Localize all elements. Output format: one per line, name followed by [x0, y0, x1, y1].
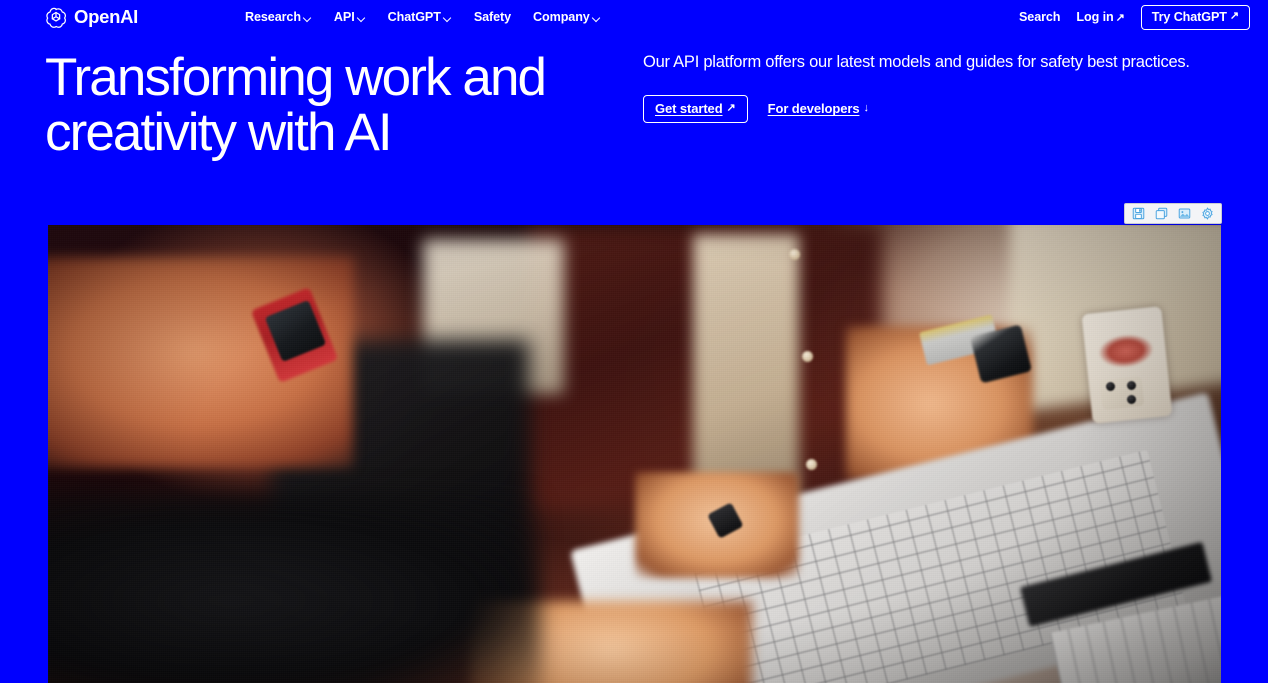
hero-image-photo [48, 225, 1221, 683]
photo-dark-foreground [48, 490, 541, 683]
arrow-down-icon: ↓ [863, 102, 869, 115]
nav-primary-links: Research API ChatGPT Safety Company [245, 10, 601, 24]
image-button[interactable] [1175, 205, 1195, 222]
image-icon [1178, 207, 1191, 220]
hero-copy-block: Our API platform offers our latest model… [643, 52, 1213, 123]
nav-item-company-label: Company [533, 10, 590, 24]
nav-item-api-label: API [333, 10, 355, 24]
chevron-down-icon [593, 14, 601, 22]
for-developers-label: For developers [767, 101, 860, 117]
photo-smartphone-camera-module [1099, 375, 1146, 411]
copy-button[interactable] [1152, 205, 1172, 222]
nav-item-chatgpt-label: ChatGPT [387, 10, 441, 24]
login-link[interactable]: Log in ↗ [1076, 10, 1124, 24]
photo-person-shirt-placket [693, 234, 799, 509]
hero-subtitle: Our API platform offers our latest model… [643, 53, 1190, 71]
arrow-up-right-icon: ↗ [1115, 12, 1125, 24]
arrow-up-right-icon: ↗ [1229, 10, 1239, 22]
login-label: Log in [1076, 10, 1114, 24]
photo-shirt-button [805, 458, 817, 470]
chevron-down-icon [358, 14, 366, 22]
nav-item-safety-label: Safety [473, 10, 512, 24]
try-chatgpt-button[interactable]: Try ChatGPT ↗ [1140, 4, 1250, 30]
get-started-label: Get started [655, 100, 723, 116]
nav-item-research[interactable]: Research [245, 10, 312, 24]
nav-item-api[interactable]: API [334, 10, 366, 24]
brand-logo-link[interactable]: OpenAI [45, 6, 138, 28]
save-icon [1132, 207, 1145, 220]
brand-name-text: OpenAI [74, 5, 138, 27]
try-chatgpt-label: Try ChatGPT [1151, 9, 1227, 24]
photo-camera-lens [1127, 380, 1137, 390]
search-label: Search [1018, 10, 1061, 24]
nav-item-safety[interactable]: Safety [474, 10, 511, 24]
arrow-up-right-icon: ↗ [726, 101, 736, 114]
settings-button[interactable] [1198, 205, 1218, 222]
image-context-toolbar[interactable] [1124, 203, 1222, 224]
for-developers-link[interactable]: For developers ↓ [768, 101, 869, 116]
gear-icon [1201, 207, 1214, 220]
search-button[interactable]: Search [1018, 10, 1061, 24]
save-button[interactable] [1129, 205, 1149, 222]
nav-item-chatgpt[interactable]: ChatGPT [388, 10, 452, 24]
page-title: Transforming work and creativity with AI [45, 48, 547, 163]
copy-icon [1155, 207, 1168, 220]
nav-item-research-label: Research [245, 10, 301, 24]
hero-image [48, 225, 1221, 683]
chevron-down-icon [444, 14, 452, 22]
get-started-button[interactable]: Get started ↗ [643, 94, 748, 123]
hero-action-row: Get started ↗ For developers ↓ [643, 94, 1213, 123]
chevron-down-icon [304, 14, 312, 22]
openai-logo-icon [45, 6, 67, 28]
photo-camera-lens [1106, 381, 1116, 391]
nav-secondary-actions: Search Log in ↗ Try ChatGPT ↗ [1018, 4, 1250, 30]
openai-homepage: OpenAI Research API ChatGPT Safety Compa… [0, 0, 1268, 683]
hero-section: Transforming work and creativity with AI… [0, 42, 1268, 202]
nav-item-company[interactable]: Company [533, 10, 601, 24]
top-navigation-bar: OpenAI Research API ChatGPT Safety Compa… [0, 0, 1268, 34]
